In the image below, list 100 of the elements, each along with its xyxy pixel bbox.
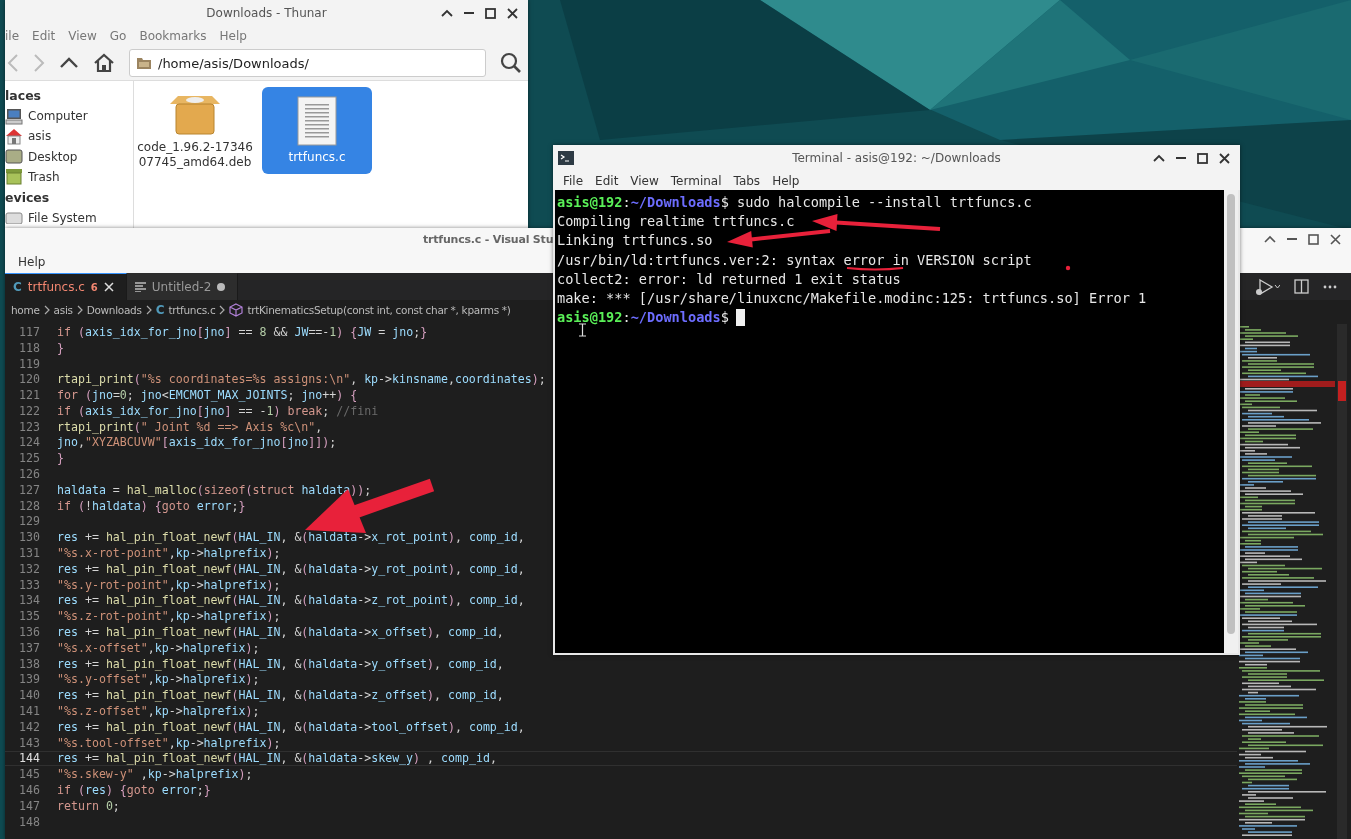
- menu-item[interactable]: Help: [12, 252, 52, 271]
- line-number: 134: [18, 593, 40, 608]
- menu-item[interactable]: File: [557, 171, 590, 190]
- code-line: "%s.y-offset",kp->halprefix);: [57, 672, 260, 687]
- line-number: 142: [18, 719, 40, 734]
- menu-item[interactable]: Help: [766, 171, 806, 190]
- line-number: 141: [18, 704, 40, 719]
- close-icon[interactable]: [1330, 233, 1341, 245]
- minimize-icon[interactable]: [1176, 156, 1186, 160]
- line-number: 148: [18, 814, 40, 829]
- line-number: 135: [18, 609, 40, 624]
- line-number: 120: [18, 372, 40, 387]
- code-line: rtapi_print(" Joint %d ==> Axis %c\n",: [57, 419, 323, 434]
- line-number: 131: [18, 546, 40, 561]
- desktop-icon: [5, 148, 23, 165]
- up-icon[interactable]: [59, 57, 79, 69]
- code-line: if (res) {goto error;}: [57, 783, 211, 797]
- code-line: "%s.z-rot-point",kp->halprefix);: [57, 609, 281, 624]
- shade-icon[interactable]: [1153, 154, 1165, 162]
- drive-icon: [5, 211, 23, 224]
- code-line: "%s.y-rot-point",kp->halprefix);: [57, 577, 281, 592]
- minimize-icon[interactable]: [464, 11, 474, 15]
- terminal-line: make: *** [/usr/share/linuxcnc/Makefile.modinc:125: trtfuncs.so] Error 1: [557, 291, 1147, 307]
- code-line: if (axis_idx_for_jno[jno] == 8 && JW==-1) {JW = jno;}: [57, 324, 428, 339]
- line-number: 121: [18, 388, 40, 403]
- menu-item[interactable]: ile: [5, 27, 27, 45]
- code-line: return 0;: [57, 798, 120, 813]
- search-icon[interactable]: [500, 52, 522, 74]
- terminal-line: asis@192:~/Downloads$ sudo halcompile --install trtfuncs.c: [557, 195, 1032, 211]
- sidebar-item[interactable]: File System: [28, 210, 97, 225]
- line-number: 119: [18, 356, 40, 371]
- code-line: res += hal_pin_float_newf(HAL_IN, &(haldata->skew_y) , comp_id,: [57, 751, 497, 766]
- close-icon[interactable]: [1219, 152, 1230, 164]
- scrollbar[interactable]: [1337, 324, 1347, 839]
- menu-item[interactable]: Edit: [26, 27, 63, 45]
- window-title: trtfuncs.c - Visual Stu: [423, 232, 554, 246]
- code-line: haldata = hal_malloc(sizeof(struct haldata));: [57, 482, 372, 497]
- breadcrumb-item[interactable]: trtKinematicsSetup(const int, const char *, kparms *): [247, 304, 511, 316]
- text-file-icon: [297, 96, 337, 146]
- sidebar-item[interactable]: Desktop: [28, 149, 78, 164]
- sidebar-item[interactable]: asis: [28, 129, 52, 144]
- menu-item[interactable]: Bookmarks: [133, 27, 214, 45]
- breadcrumb-item[interactable]: home: [11, 304, 40, 316]
- maximize-icon[interactable]: [1197, 152, 1208, 164]
- line-number: 143: [18, 735, 40, 750]
- menu-item[interactable]: Tabs: [727, 171, 767, 190]
- code-line: "%s.tool-offset",kp->halprefix);: [57, 735, 281, 750]
- file-tile[interactable]: trtfuncs.c: [262, 87, 372, 174]
- line-number: 133: [18, 577, 40, 592]
- line-number: 127: [18, 482, 40, 497]
- menu-item[interactable]: Go: [103, 27, 134, 45]
- sidebar-heading: evices: [5, 188, 51, 207]
- menu-item[interactable]: Terminal: [664, 171, 728, 190]
- line-number: 147: [18, 798, 40, 813]
- breadcrumb-item[interactable]: trtfuncs.c: [168, 304, 216, 316]
- code-line: res += hal_pin_float_newf(HAL_IN, &(haldata->x_offset), comp_id,: [57, 625, 504, 640]
- minimize-icon[interactable]: [1287, 237, 1297, 241]
- close-icon[interactable]: [507, 7, 518, 19]
- line-number: 124: [18, 435, 40, 450]
- maximize-icon[interactable]: [1308, 233, 1319, 245]
- breadcrumb-item[interactable]: asis: [53, 304, 73, 316]
- terminal-line: collect2: error: ld returned 1 exit status: [557, 271, 901, 287]
- menu-item[interactable]: View: [62, 27, 104, 45]
- menu-item[interactable]: Help: [213, 27, 254, 45]
- text-lines-icon: [134, 282, 146, 292]
- chevron-icon: [76, 305, 83, 315]
- line-number: 125: [18, 451, 40, 466]
- code-line: "%s.x-rot-point",kp->halprefix);: [57, 546, 281, 561]
- code-line: res += hal_pin_float_newf(HAL_IN, &(haldata->z_rot_point), comp_id,: [57, 593, 525, 608]
- annotation-dot: [1065, 265, 1071, 271]
- chevron-icon: [145, 305, 152, 315]
- chevron-icon: [43, 305, 50, 315]
- shade-icon[interactable]: [1264, 235, 1276, 243]
- menu-item[interactable]: View: [624, 171, 665, 190]
- split-editor-icon[interactable]: [1294, 279, 1309, 294]
- terminal-line: Compiling realtime trtfuncs.c: [557, 214, 795, 230]
- line-number: 123: [18, 419, 40, 434]
- editor-tab[interactable]: Untitled-2: [126, 273, 239, 300]
- breadcrumb-item[interactable]: Downloads: [86, 304, 142, 316]
- terminal-line: asis@192:~/Downloads$: [557, 310, 729, 326]
- menu-item[interactable]: Edit: [589, 171, 625, 190]
- sidebar-item[interactable]: Computer: [28, 109, 88, 124]
- code-line: res += hal_pin_float_newf(HAL_IN, &(haldata->tool_offset), comp_id,: [57, 719, 525, 734]
- terminal-line: /usr/bin/ld:trtfuncs.ver:2: syntax error in VERSION script: [557, 252, 1032, 268]
- editor-tab[interactable]: C trtfuncs.c 6: [5, 273, 127, 300]
- file-tile[interactable]: code_1.96.2-17346 07745_amd64.deb: [140, 87, 250, 174]
- run-debug-icon[interactable]: [1254, 277, 1280, 296]
- trash-icon: [5, 168, 23, 186]
- sidebar-item[interactable]: Trash: [28, 169, 60, 184]
- location-field[interactable]: /home/asis/Downloads/: [129, 49, 486, 77]
- line-number: 126: [18, 467, 40, 482]
- shade-icon[interactable]: [441, 9, 453, 17]
- language-label: C: [155, 303, 165, 317]
- more-icon[interactable]: [1323, 284, 1337, 289]
- home-icon[interactable]: [93, 53, 115, 73]
- code-line: res += hal_pin_float_newf(HAL_IN, &(haldata->x_rot_point), comp_id,: [57, 530, 525, 545]
- code-line: "%s.z-offset",kp->halprefix);: [57, 704, 260, 719]
- code-line: }: [57, 451, 64, 466]
- maximize-icon[interactable]: [485, 7, 496, 19]
- scrollbar[interactable]: [1224, 190, 1238, 653]
